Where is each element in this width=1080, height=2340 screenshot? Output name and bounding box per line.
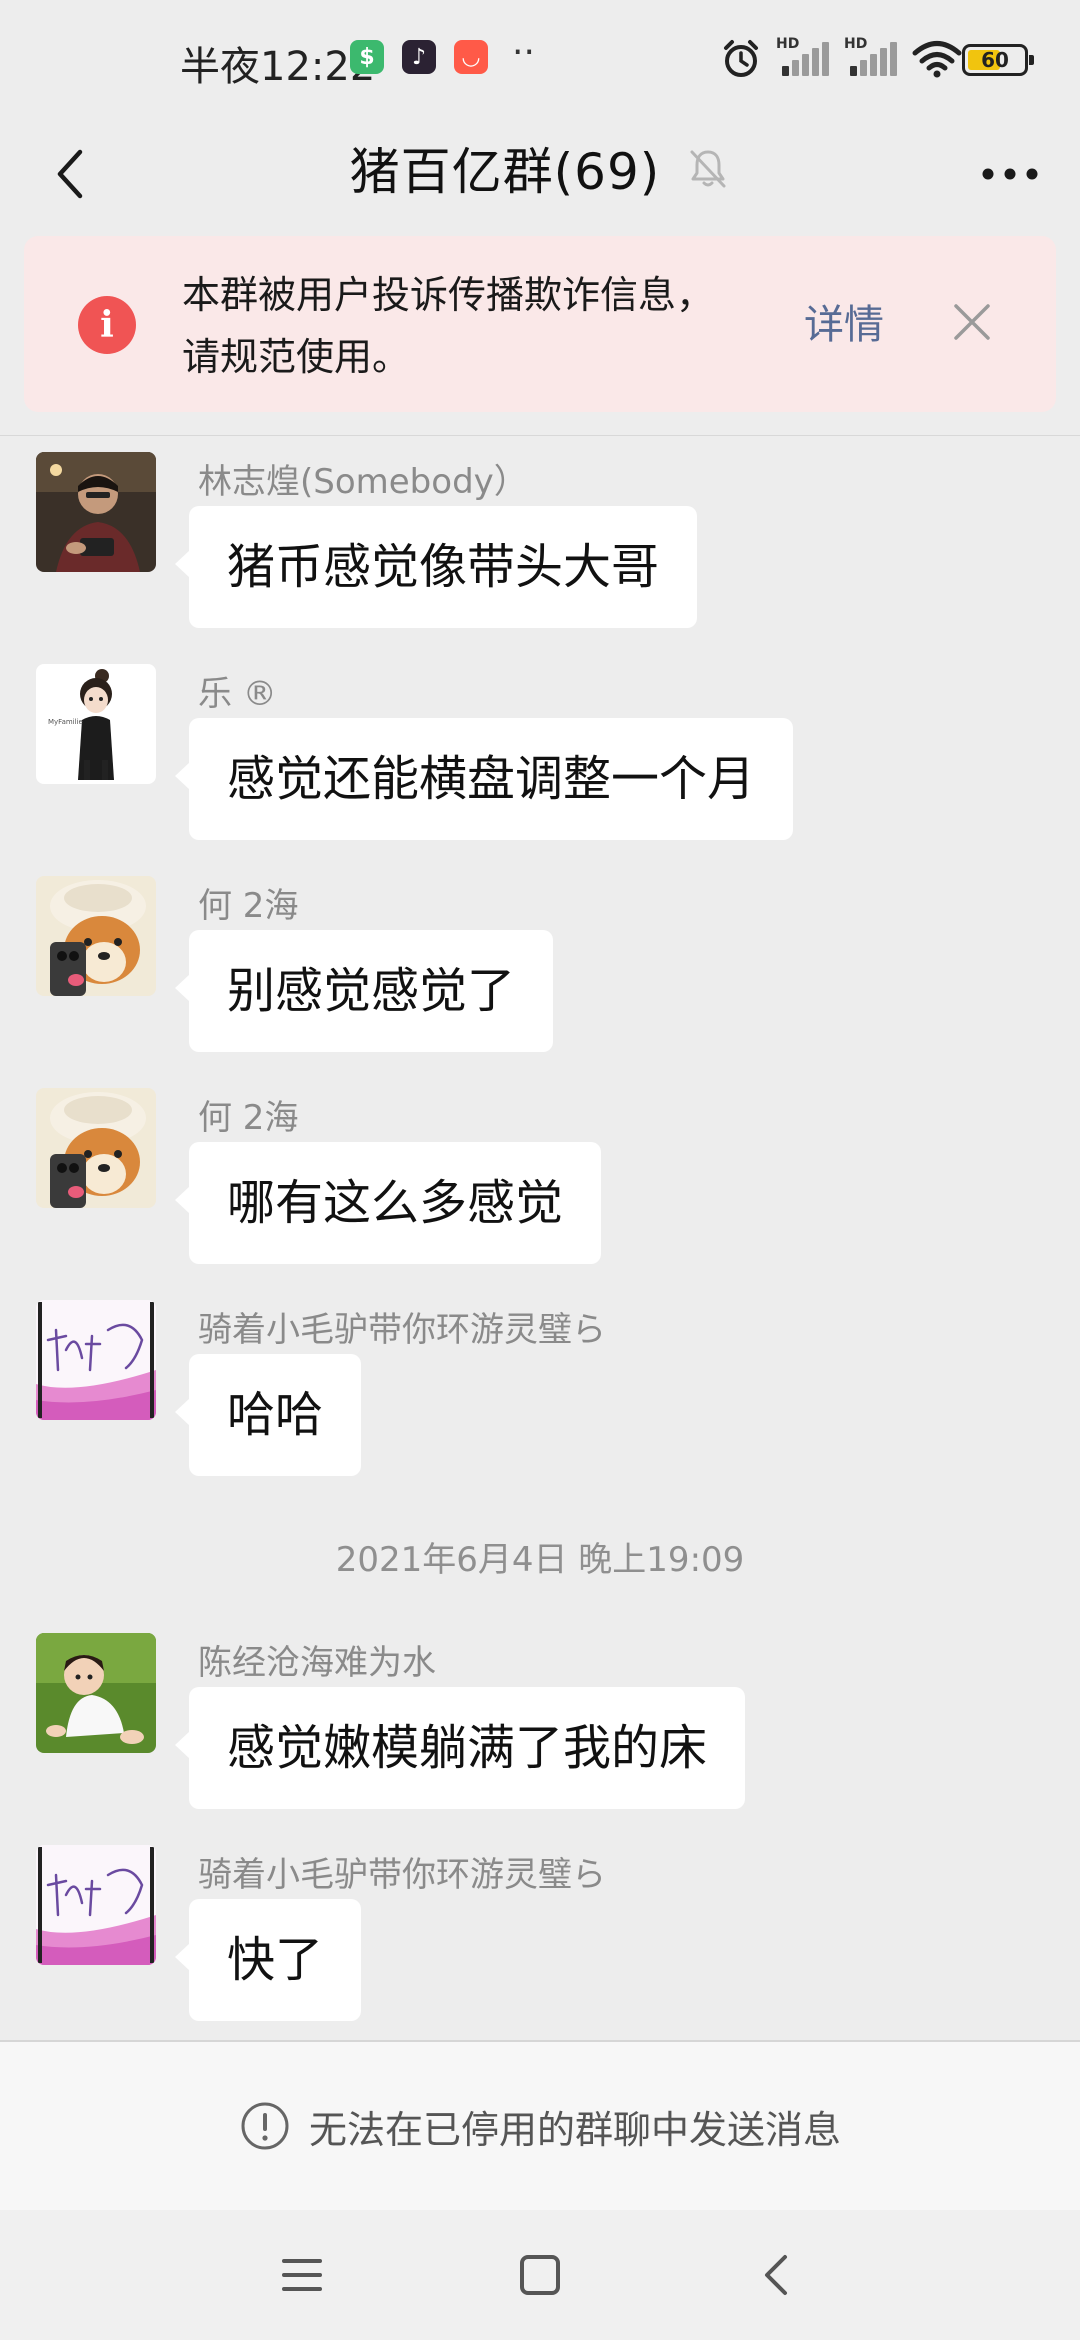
status-time: 半夜12:22 <box>180 44 376 90</box>
message-bubble[interactable]: 哪有这么多感觉 <box>174 1142 602 1264</box>
menu-icon <box>282 2259 322 2291</box>
message-bubble[interactable]: 感觉嫩模躺满了我的床 <box>174 1687 746 1809</box>
chat-header: 猪百亿群(69) <box>0 120 1080 232</box>
close-icon[interactable] <box>944 294 1000 350</box>
more-options-button[interactable] <box>970 134 1050 214</box>
banner-divider <box>0 435 1080 436</box>
signal-strength-2-icon: HD <box>844 36 898 76</box>
nav-menu-button[interactable] <box>262 2235 342 2315</box>
message-bubble[interactable]: 哈哈 <box>174 1354 362 1476</box>
warning-circle-icon <box>241 2102 289 2150</box>
sender-name: 林志煌(Somebody） <box>198 462 528 502</box>
tiktok-app-icon: ♪ <box>402 40 436 74</box>
disabled-chat-notice: 无法在已停用的群聊中发送消息 <box>0 2042 1080 2210</box>
shiba-dog-avatar[interactable] <box>36 1088 156 1208</box>
message-bubble[interactable]: 别感觉感觉了 <box>174 930 554 1052</box>
timestamp: 2021年6月4日 晚上19:09 <box>335 1540 745 1580</box>
wifi-icon <box>912 41 962 78</box>
chat-title-wrap: 猪百亿群(69) <box>0 132 1080 204</box>
signal-1-label: HD <box>776 36 800 52</box>
sender-name: 骑着小毛驴带你环游灵璧ら <box>198 1310 606 1350</box>
home-square-icon <box>520 2255 560 2295</box>
sender-name: 陈经沧海难为水 <box>198 1643 436 1683</box>
more-dots-icon <box>982 168 1038 180</box>
man-phone-avatar[interactable] <box>36 452 156 572</box>
message-bubble[interactable]: 快了 <box>174 1899 362 2021</box>
chat-title[interactable]: 猪百亿群(69) <box>350 132 661 204</box>
sender-name: 何 2海 <box>198 886 299 926</box>
shiba-dog-avatar[interactable] <box>36 876 156 996</box>
system-nav-bar <box>0 2210 1080 2340</box>
nav-home-button[interactable] <box>500 2235 580 2315</box>
sender-name: 骑着小毛驴带你环游灵璧ら <box>198 1855 606 1895</box>
signature-avatar[interactable] <box>36 1300 156 1420</box>
banner-text: 本群被用户投诉传播欺诈信息，请规范使用。 <box>182 273 715 379</box>
banner-detail-link[interactable]: 详情 <box>804 292 884 350</box>
svg-text:MyFamilie: MyFamilie <box>48 718 83 726</box>
battery-percent: 60 <box>981 48 1009 72</box>
more-notifications-icon: ·· <box>512 32 535 73</box>
info-icon: i <box>78 296 136 354</box>
signal-2-label: HD <box>844 36 868 52</box>
child-grass-avatar[interactable] <box>36 1633 156 1753</box>
signal-strength-1-icon: HD <box>776 36 830 76</box>
nav-back-button[interactable] <box>736 2235 816 2315</box>
money-app-icon: $ <box>350 40 384 74</box>
signature-avatar[interactable] <box>36 1845 156 1965</box>
back-chevron-icon <box>765 2255 787 2295</box>
sender-name: 何 2海 <box>198 1098 299 1138</box>
message-bubble[interactable]: 感觉还能横盘调整一个月 <box>174 718 794 840</box>
status-bar: 半夜12:22 $ ♪ ◡ ·· HD HD 60 <box>0 0 1080 120</box>
message-bubble[interactable]: 猪币感觉像带头大哥 <box>174 506 698 628</box>
shopping-app-icon: ◡ <box>454 40 488 74</box>
notice-text: 无法在已停用的群聊中发送消息 <box>308 2107 841 2152</box>
alarm-icon <box>724 40 758 77</box>
sender-name: 乐 ® <box>198 674 277 714</box>
status-icons: HD HD 60 <box>700 0 1080 120</box>
fraud-warning-banner: i 本群被用户投诉传播欺诈信息，请规范使用。 详情 <box>24 236 1056 412</box>
muted-bell-icon <box>690 150 726 188</box>
cartoon-girl-avatar[interactable]: MyFamilie <box>36 664 156 784</box>
battery-icon: 60 <box>962 44 1034 76</box>
